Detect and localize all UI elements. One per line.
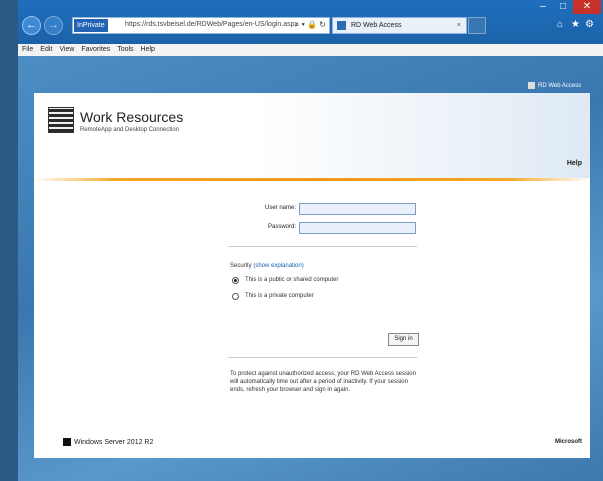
public-computer-label[interactable]: This is a public or shared computer <box>245 277 338 283</box>
favorites-icon[interactable]: ★ <box>571 19 580 30</box>
menu-help[interactable]: Help <box>141 46 155 53</box>
windows-server-brand: Windows Server 2012 R2 <box>63 438 153 446</box>
sign-in-button[interactable]: Sign in <box>388 333 419 346</box>
work-resources-logo-icon <box>48 107 74 133</box>
security-label: Security <box>230 263 254 269</box>
show-explanation-link[interactable]: (show explanation) <box>253 263 303 269</box>
home-icon[interactable]: ⌂ <box>557 19 563 30</box>
address-bar[interactable]: InPrivate https://rds.tsvbeisel.de/RDWeb… <box>72 17 330 34</box>
username-field[interactable] <box>299 203 416 215</box>
menu-view[interactable]: View <box>59 46 74 53</box>
new-tab-button[interactable] <box>468 17 486 34</box>
timeout-note: To protect against unauthorized access, … <box>230 371 416 393</box>
forward-icon[interactable]: → <box>44 16 63 35</box>
windows-server-label: Windows Server 2012 R2 <box>74 438 154 446</box>
microsoft-logo: Microsoft <box>555 439 582 445</box>
password-field[interactable] <box>299 222 416 234</box>
header-divider <box>34 178 590 181</box>
page-header: Work Resources RemoteApp and Desktop Con… <box>34 93 590 178</box>
rdwa-icon <box>528 82 535 89</box>
password-label: Password: <box>267 224 296 230</box>
page-subtitle: RemoteApp and Desktop Connection <box>80 127 180 133</box>
browser-titlebar: ← → InPrivate https://rds.tsvbeisel.de/R… <box>18 0 603 44</box>
menu-favorites[interactable]: Favorites <box>81 46 110 53</box>
security-line: Security (show explanation) <box>230 263 304 269</box>
login-card: Work Resources RemoteApp and Desktop Con… <box>34 93 590 458</box>
divider <box>228 246 417 247</box>
settings-icon[interactable]: ⚙ <box>585 19 594 30</box>
username-label: User name: <box>264 205 296 211</box>
page-title: Work Resources <box>80 109 184 125</box>
private-computer-radio[interactable] <box>232 293 239 300</box>
private-computer-label[interactable]: This is a private computer <box>245 293 314 299</box>
close-button[interactable]: ✕ <box>573 0 601 14</box>
help-link[interactable]: Help <box>567 160 582 167</box>
tab-rd-web-access[interactable]: RD Web Access × <box>332 17 467 34</box>
rd-web-access-link[interactable]: RD Web Access <box>528 82 581 89</box>
menu-bar: File Edit View Favorites Tools Help <box>18 44 603 56</box>
divider <box>228 357 417 358</box>
url-text[interactable]: https://rds.tsvbeisel.de/RDWeb/Pages/en-… <box>125 21 298 28</box>
back-icon[interactable]: ← <box>22 16 41 35</box>
minimize-button[interactable]: – <box>533 0 553 14</box>
menu-edit[interactable]: Edit <box>40 46 52 53</box>
public-computer-radio[interactable] <box>232 277 239 284</box>
tab-close-icon[interactable]: × <box>457 18 461 33</box>
menu-tools[interactable]: Tools <box>117 46 133 53</box>
tab-favicon-icon <box>337 21 346 30</box>
browser-window: ← → InPrivate https://rds.tsvbeisel.de/R… <box>18 0 603 481</box>
inprivate-badge: InPrivate <box>74 19 108 32</box>
address-controls-icon[interactable]: ⌕ ▾ 🔒 ↻ <box>295 20 326 30</box>
rdwa-label: RD Web Access <box>538 83 582 90</box>
menu-file[interactable]: File <box>22 46 33 53</box>
maximize-button[interactable]: □ <box>553 0 573 14</box>
tab-title: RD Web Access <box>351 22 402 29</box>
windows-logo-icon <box>63 438 71 446</box>
